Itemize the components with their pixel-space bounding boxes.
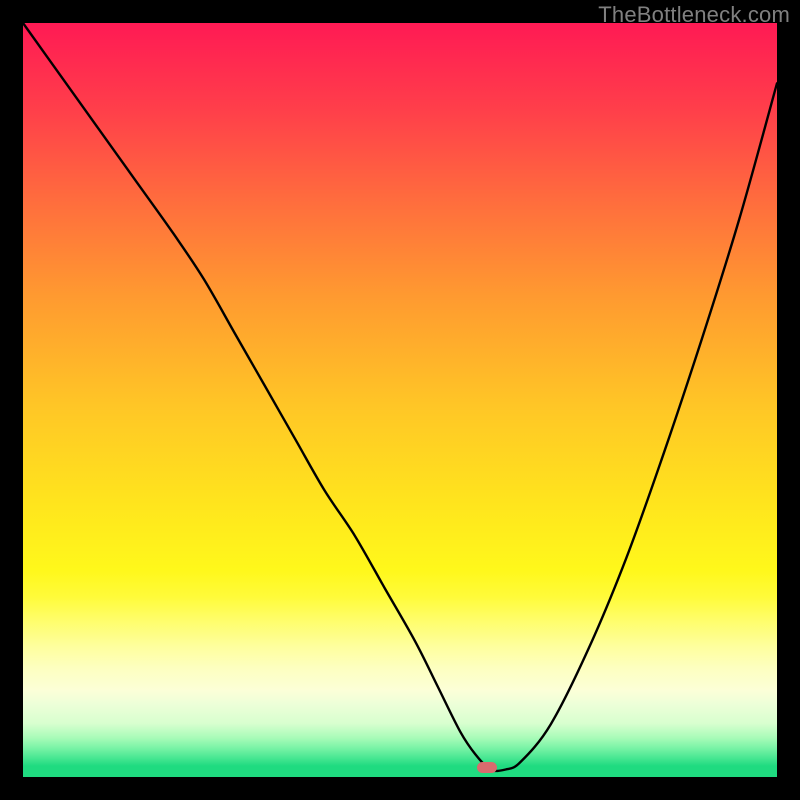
watermark-text: TheBottleneck.com (598, 2, 790, 28)
plot-area (23, 23, 777, 777)
chart-frame: TheBottleneck.com (0, 0, 800, 800)
optimum-marker (477, 762, 497, 773)
bottleneck-curve (23, 23, 777, 777)
